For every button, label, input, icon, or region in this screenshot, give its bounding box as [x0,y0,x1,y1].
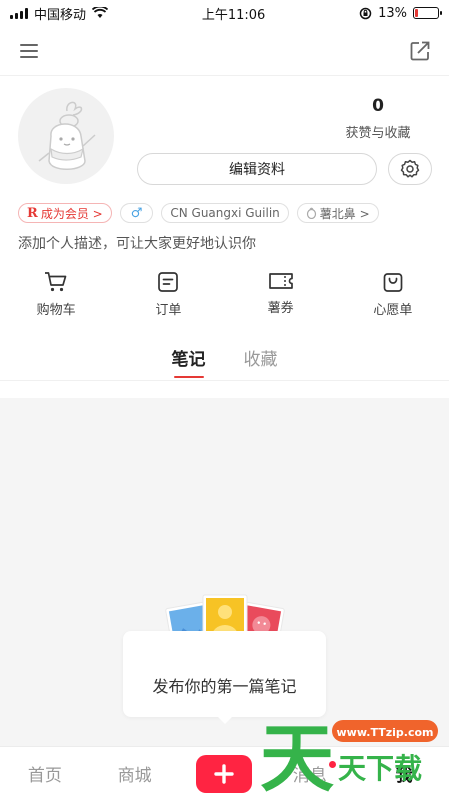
nav-publish[interactable] [180,754,270,793]
empty-state-card[interactable]: 发布你的第一篇笔记 [123,631,326,724]
likes-count: 0 [372,96,384,116]
battery-icon [412,7,442,19]
share-button[interactable] [405,36,435,66]
badge-label: 薯北鼻 > [319,206,370,221]
gear-icon [400,159,420,178]
nav-messages-label: 消息 [292,766,327,786]
unread-dot [328,761,336,768]
notes-content: 发布你的第一篇笔记 [0,398,449,746]
status-left: 中国移动 [10,4,109,23]
wishlist-label: 心愿单 [373,303,413,318]
vip-label: 成为会员 > [40,206,103,221]
nav-home[interactable]: 首页 [0,761,90,786]
profile-header: 0 获赞与收藏 编辑资料 [0,76,449,198]
status-right: 13% [359,5,442,21]
badge-tag[interactable]: 薯北鼻 > [296,203,379,223]
profile-tags: R 成为会员 > ♂ CN Guangxi Guilin 薯北鼻 > [0,201,449,225]
cart-button[interactable]: 购物车 [0,271,112,327]
bottom-nav: 首页 商城 消息 我 [0,746,449,800]
plus-icon [214,763,235,784]
likes-stat[interactable]: 0 获赞与收藏 [330,96,426,141]
potato-badge-icon [306,207,316,219]
edit-profile-button[interactable]: 编辑资料 [137,153,377,185]
order-icon [158,272,179,292]
wishlist-button[interactable]: 心愿单 [337,271,449,327]
cart-label: 购物车 [36,303,76,318]
order-button[interactable]: 订单 [112,271,224,327]
share-icon [410,41,430,60]
empty-state-text: 发布你的第一篇笔记 [152,677,297,696]
rotation-lock-icon [359,7,372,19]
male-icon: ♂ [130,205,143,221]
signal-icon [10,7,28,19]
clock: 上午11:06 [201,7,266,23]
nav-messages[interactable]: 消息 [269,761,359,786]
settings-button[interactable] [388,153,432,185]
coupon-label: 薯券 [267,301,294,316]
order-label: 订单 [155,303,182,318]
vip-tag[interactable]: R 成为会员 > [18,203,112,223]
tab-collections[interactable]: 收藏 [244,345,278,370]
location-label: CN Guangxi Guilin [170,206,280,220]
likes-label: 获赞与收藏 [345,126,411,141]
top-nav [0,26,449,76]
coupon-button[interactable]: 薯券 [225,271,337,327]
status-bar: 中国移动 上午11:06 13% [0,0,449,26]
avatar[interactable] [18,88,114,184]
carrier-label: 中国移动 [34,7,87,23]
wishlist-icon [383,273,403,292]
menu-button[interactable] [14,36,44,66]
nav-me[interactable]: 我 [359,761,449,786]
battery-fill [414,9,418,17]
cart-icon [45,272,67,292]
nav-mall[interactable]: 商城 [90,761,180,786]
location-tag[interactable]: CN Guangxi Guilin [161,203,289,223]
profile-description[interactable]: 添加个人描述，可让大家更好地认识你 [0,233,449,255]
menu-icon [20,43,38,58]
tab-notes[interactable]: 笔记 [172,345,206,378]
vip-logo: R [27,205,38,221]
battery-label: 13% [378,5,407,21]
gender-tag[interactable]: ♂ [119,203,154,223]
quick-actions: 购物车 订单 薯券 心愿单 [0,271,449,327]
wifi-icon [92,7,109,18]
publish-button[interactable] [196,754,253,793]
potato-mascot-icon [38,101,96,170]
coupon-icon [268,273,293,289]
profile-tabs: 笔记 收藏 [0,327,449,381]
